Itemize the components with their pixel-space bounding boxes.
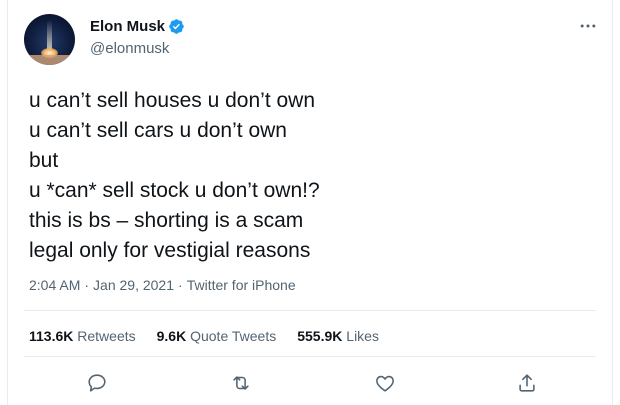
retweet-icon[interactable]	[230, 372, 254, 396]
retweets-label: Retweets	[77, 328, 136, 344]
heart-icon[interactable]	[374, 372, 398, 396]
divider	[24, 356, 596, 357]
retweets-count: 113.6K	[29, 328, 74, 344]
tweet-date[interactable]: Jan 29, 2021	[93, 277, 174, 293]
meta-separator: ·	[84, 277, 90, 293]
tweet-line: u can’t sell houses u don’t own	[29, 89, 316, 112]
likes-label: Likes	[346, 328, 379, 344]
more-options-icon[interactable]	[578, 16, 598, 40]
tweet-meta: 2:04 AM · Jan 29, 2021 · Twitter for iPhone	[29, 277, 296, 293]
quote-tweets-label: Quote Tweets	[190, 328, 277, 344]
likes-stat[interactable]: 555.9K Likes	[297, 328, 379, 344]
tweet-line: legal only for vestigial reasons	[29, 239, 311, 262]
tweet-line: u *can* sell stock u don’t own!?	[29, 179, 320, 202]
tweet-source[interactable]: Twitter for iPhone	[187, 277, 296, 293]
verified-badge-icon	[168, 18, 185, 35]
divider	[24, 310, 596, 311]
tweet-text: u can’t sell houses u don’t own u can’t …	[29, 86, 320, 266]
quote-tweets-count: 9.6K	[156, 328, 187, 344]
meta-separator: ·	[178, 277, 183, 293]
tweet-line: but	[29, 149, 59, 172]
retweets-stat[interactable]: 113.6K Retweets	[29, 328, 136, 344]
tweet-line: this is bs – shorting is a scam	[29, 209, 304, 232]
tweet-stats: 113.6K Retweets 9.6K Quote Tweets 555.9K…	[29, 328, 400, 344]
tweet-card: Elon Musk @elonmusk u can’t sell houses …	[7, 0, 613, 405]
name-row: Elon Musk	[90, 18, 185, 35]
user-handle[interactable]: @elonmusk	[90, 40, 169, 57]
avatar[interactable]	[24, 14, 75, 65]
likes-count: 555.9K	[297, 328, 343, 344]
action-bar	[8, 372, 612, 398]
avatar-ground	[24, 55, 75, 65]
share-icon[interactable]	[516, 372, 540, 396]
display-name[interactable]: Elon Musk	[90, 18, 165, 35]
reply-icon[interactable]	[86, 372, 110, 396]
quote-tweets-stat[interactable]: 9.6K Quote Tweets	[157, 328, 277, 344]
tweet-time[interactable]: 2:04 AM	[29, 277, 80, 293]
tweet-line: u can’t sell cars u don’t own	[29, 119, 287, 142]
